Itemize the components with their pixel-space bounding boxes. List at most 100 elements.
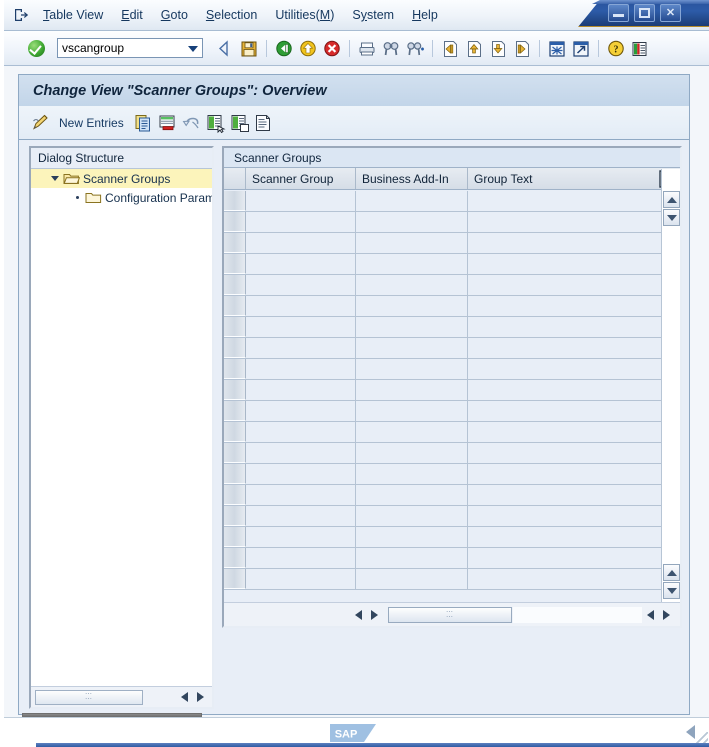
close-button[interactable]: ✕: [660, 4, 681, 22]
select-all-rows-header[interactable]: [224, 168, 246, 189]
table-row[interactable]: [224, 548, 661, 569]
table-row[interactable]: [224, 569, 661, 590]
table-cell-business_addin[interactable]: [356, 317, 468, 337]
table-cell-business_addin[interactable]: [356, 443, 468, 463]
table-cell-business_addin[interactable]: [356, 212, 468, 232]
table-row[interactable]: [224, 506, 661, 527]
scroll-right-icon[interactable]: [192, 689, 208, 705]
table-row[interactable]: [224, 233, 661, 254]
row-selector[interactable]: [224, 548, 246, 568]
cancel-red-icon[interactable]: [321, 38, 343, 59]
table-row[interactable]: [224, 275, 661, 296]
table-cell-group_text[interactable]: [468, 359, 661, 379]
table-row[interactable]: [224, 359, 661, 380]
table-cell-scanner_group[interactable]: [246, 254, 356, 274]
table-cell-scanner_group[interactable]: [246, 359, 356, 379]
row-selector[interactable]: [224, 317, 246, 337]
table-cell-business_addin[interactable]: [356, 191, 468, 211]
display-change-icon[interactable]: [29, 112, 53, 134]
table-cell-business_addin[interactable]: [356, 233, 468, 253]
table-cell-scanner_group[interactable]: [246, 569, 356, 589]
delete-icon[interactable]: [156, 112, 180, 134]
find-next-icon[interactable]: [404, 38, 426, 59]
row-selector[interactable]: [224, 275, 246, 295]
row-selector[interactable]: [224, 380, 246, 400]
save-icon[interactable]: [238, 38, 260, 59]
chevron-down-icon[interactable]: [188, 46, 198, 52]
first-page-icon[interactable]: [439, 38, 461, 59]
table-hscrollbar[interactable]: ⋯⋯: [224, 602, 680, 626]
table-row[interactable]: [224, 317, 661, 338]
scroll-page-left-icon[interactable]: [642, 607, 658, 623]
table-cell-group_text[interactable]: [468, 296, 661, 316]
table-cell-group_text[interactable]: [468, 275, 661, 295]
new-entries-button[interactable]: New Entries: [59, 116, 124, 130]
menu-item-edit[interactable]: Edit: [112, 6, 152, 24]
table-cell-scanner_group[interactable]: [246, 485, 356, 505]
table-cell-group_text[interactable]: [468, 191, 661, 211]
table-cell-scanner_group[interactable]: [246, 527, 356, 547]
exit-icon[interactable]: [12, 7, 30, 23]
table-cell-scanner_group[interactable]: [246, 380, 356, 400]
hscroll-thumb[interactable]: ⋯⋯: [388, 607, 512, 623]
chevron-down-icon[interactable]: [47, 176, 63, 181]
table-row[interactable]: [224, 401, 661, 422]
table-cell-business_addin[interactable]: [356, 359, 468, 379]
table-cell-business_addin[interactable]: [356, 254, 468, 274]
table-row[interactable]: [224, 380, 661, 401]
table-cell-group_text[interactable]: [468, 401, 661, 421]
table-cell-scanner_group[interactable]: [246, 464, 356, 484]
table-cell-group_text[interactable]: [468, 485, 661, 505]
table-cell-business_addin[interactable]: [356, 296, 468, 316]
command-field-input[interactable]: [58, 39, 182, 57]
table-cell-business_addin[interactable]: [356, 569, 468, 589]
table-row[interactable]: [224, 485, 661, 506]
row-selector[interactable]: [224, 569, 246, 589]
print-icon[interactable]: [356, 38, 378, 59]
table-row[interactable]: [224, 464, 661, 485]
table-cell-scanner_group[interactable]: [246, 506, 356, 526]
scroll-left-icon[interactable]: [176, 689, 192, 705]
row-selector[interactable]: [224, 401, 246, 421]
row-selector[interactable]: [224, 422, 246, 442]
table-cell-business_addin[interactable]: [356, 275, 468, 295]
table-cell-scanner_group[interactable]: [246, 296, 356, 316]
table-row[interactable]: [224, 527, 661, 548]
column-header-business-addin[interactable]: Business Add-In: [356, 168, 468, 189]
deselect-all-icon[interactable]: [228, 112, 252, 134]
table-cell-scanner_group[interactable]: [246, 443, 356, 463]
table-cell-group_text[interactable]: [468, 338, 661, 358]
select-all-icon[interactable]: [204, 112, 228, 134]
table-cell-business_addin[interactable]: [356, 548, 468, 568]
tree-node-configuration-param[interactable]: Configuration Param: [31, 188, 212, 207]
tree-node-scanner-groups[interactable]: Scanner Groups: [31, 169, 212, 188]
scroll-left-icon[interactable]: [350, 607, 366, 623]
table-cell-scanner_group[interactable]: [246, 212, 356, 232]
table-cell-scanner_group[interactable]: [246, 191, 356, 211]
table-cell-group_text[interactable]: [468, 380, 661, 400]
scroll-page-down-icon[interactable]: [663, 582, 680, 599]
table-cell-scanner_group[interactable]: [246, 548, 356, 568]
table-cell-group_text[interactable]: [468, 233, 661, 253]
scroll-down-icon[interactable]: [663, 209, 680, 226]
maximize-button[interactable]: [634, 4, 655, 22]
row-selector[interactable]: [224, 254, 246, 274]
table-row[interactable]: [224, 191, 661, 212]
table-cell-scanner_group[interactable]: [246, 422, 356, 442]
menu-item-goto[interactable]: Goto: [152, 6, 197, 24]
hscroll-track[interactable]: [513, 607, 642, 623]
table-cell-scanner_group[interactable]: [246, 317, 356, 337]
table-cell-group_text[interactable]: [468, 464, 661, 484]
back-icon[interactable]: [214, 38, 236, 59]
table-cell-scanner_group[interactable]: [246, 275, 356, 295]
table-cell-business_addin[interactable]: [356, 380, 468, 400]
find-icon[interactable]: [380, 38, 402, 59]
scroll-up-icon[interactable]: [663, 191, 680, 208]
table-row[interactable]: [224, 422, 661, 443]
table-cell-group_text[interactable]: [468, 569, 661, 589]
table-row[interactable]: [224, 443, 661, 464]
table-cell-business_addin[interactable]: [356, 401, 468, 421]
table-row[interactable]: [224, 254, 661, 275]
table-row[interactable]: [224, 338, 661, 359]
enter-check-icon[interactable]: [28, 40, 45, 57]
